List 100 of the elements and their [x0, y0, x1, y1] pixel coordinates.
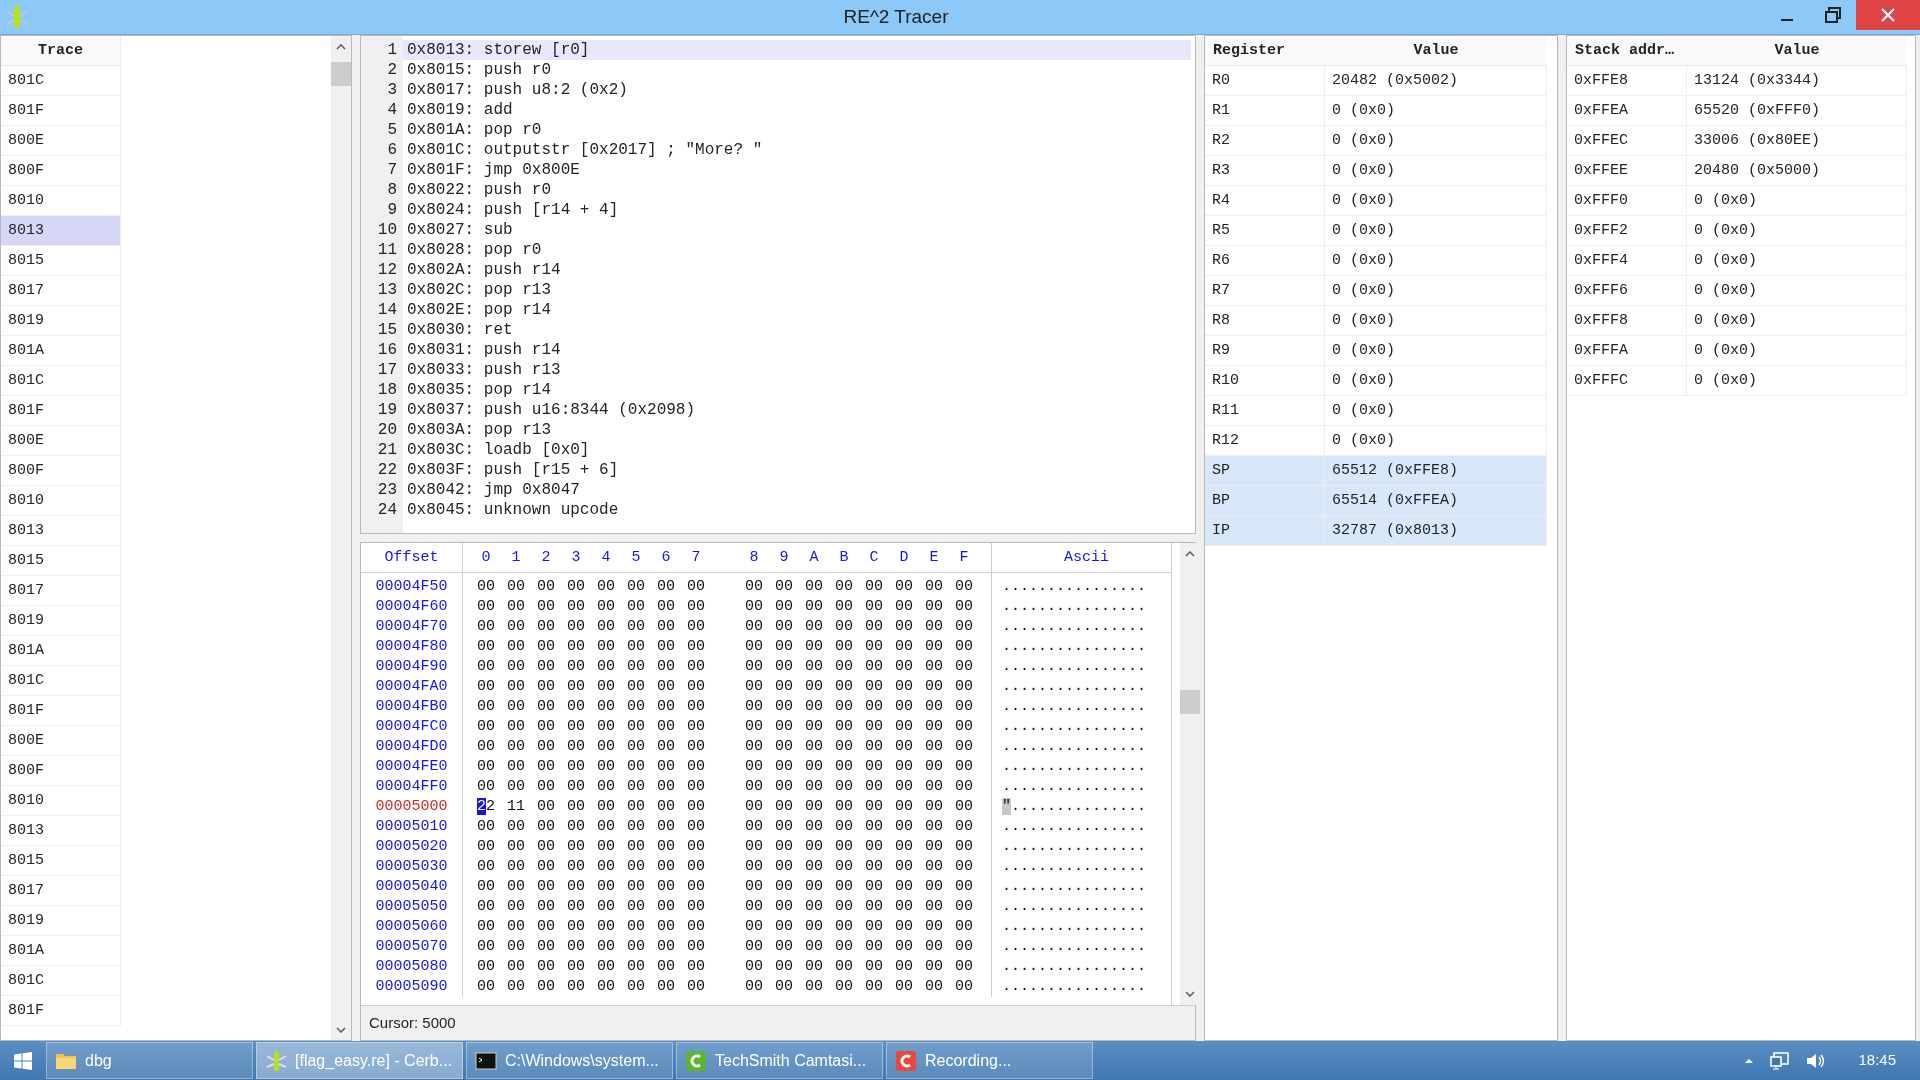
clock[interactable]: 18:45: [1858, 1049, 1896, 1072]
column-header[interactable]: Value: [1687, 36, 1907, 66]
trace-row[interactable]: 800F: [1, 156, 121, 186]
hex-byte: 00: [536, 817, 556, 837]
trace-row[interactable]: 8010: [1, 486, 121, 516]
hex-byte: 00: [954, 577, 974, 597]
table-cell: 65514 (0xFFEA): [1325, 486, 1547, 516]
hex-byte: 00: [924, 897, 944, 917]
hex-byte: 00: [626, 877, 646, 897]
code-line[interactable]: 0x8042: jmp 0x8047: [403, 480, 1191, 500]
table-cell: 0 (0x0): [1687, 276, 1907, 306]
trace-row[interactable]: 8017: [1, 576, 121, 606]
code-line[interactable]: 0x8028: pop r0: [403, 240, 1191, 260]
trace-row[interactable]: 8019: [1, 906, 121, 936]
column-header[interactable]: Stack addr…: [1567, 36, 1687, 66]
code-line[interactable]: 0x801F: jmp 0x800E: [403, 160, 1191, 180]
code-line[interactable]: 0x803C: loadb [0x0]: [403, 440, 1191, 460]
hex-byte: 00: [774, 917, 794, 937]
trace-row[interactable]: 8013: [1, 816, 121, 846]
scrollbar[interactable]: [1180, 543, 1200, 1005]
trace-row[interactable]: 8019: [1, 306, 121, 336]
code-line[interactable]: 0x803A: pop r13: [403, 420, 1191, 440]
hex-byte: 00: [476, 757, 496, 777]
code-line[interactable]: 0x8015: push r0: [403, 60, 1191, 80]
line-number: 11: [376, 240, 398, 260]
hex-byte: 00: [476, 957, 496, 977]
trace-row[interactable]: 801C: [1, 66, 121, 96]
code-line[interactable]: 0x802A: push r14: [403, 260, 1191, 280]
hex-byte: 00: [536, 977, 556, 997]
scrollbar-thumb[interactable]: [1180, 690, 1200, 714]
trace-row[interactable]: 801C: [1, 666, 121, 696]
trace-row[interactable]: 8015: [1, 846, 121, 876]
trace-row[interactable]: 8017: [1, 876, 121, 906]
hex-byte: 00: [834, 597, 854, 617]
code-line[interactable]: 0x8035: pop r14: [403, 380, 1191, 400]
network-icon[interactable]: [1770, 1051, 1791, 1070]
trace-row[interactable]: 8013: [1, 516, 121, 546]
hex-byte: 00: [774, 697, 794, 717]
hex-byte: 00: [864, 877, 884, 897]
trace-row[interactable]: 8013: [1, 216, 121, 246]
hex-byte: 00: [804, 677, 824, 697]
column-header: 2: [540, 548, 552, 568]
column-header[interactable]: Value: [1325, 36, 1547, 66]
column-header[interactable]: Register: [1205, 36, 1325, 66]
hex-byte: 00: [536, 577, 556, 597]
trace-row[interactable]: 8015: [1, 246, 121, 276]
table-cell: 0 (0x0): [1687, 246, 1907, 276]
hex-byte: 00: [626, 897, 646, 917]
ascii-text: ................: [1002, 577, 1148, 597]
table-cell: 0xFFF8: [1567, 306, 1687, 336]
scrollbar[interactable]: [331, 36, 351, 1040]
trace-row[interactable]: 801A: [1, 636, 121, 666]
code-line[interactable]: 0x8027: sub: [403, 220, 1191, 240]
line-number: 2: [386, 60, 398, 80]
trace-row[interactable]: 801A: [1, 336, 121, 366]
up-chevron-icon[interactable]: [1744, 1057, 1755, 1064]
scrollbar-thumb[interactable]: [331, 62, 351, 86]
trace-row[interactable]: 800E: [1, 726, 121, 756]
trace-row[interactable]: 801C: [1, 966, 121, 996]
hex-byte: 00: [656, 637, 676, 657]
hex-byte: 00: [924, 877, 944, 897]
close-button[interactable]: [1856, 0, 1920, 30]
code-line[interactable]: 0x801C: outputstr [0x2017] ; "More? ": [403, 140, 1191, 160]
trace-row[interactable]: 8019: [1, 606, 121, 636]
trace-row[interactable]: 801C: [1, 366, 121, 396]
code-line[interactable]: 0x8030: ret: [403, 320, 1191, 340]
offset-label: 00004F70: [374, 617, 449, 637]
code-line[interactable]: 0x8019: add: [403, 100, 1191, 120]
trace-row[interactable]: 801F: [1, 96, 121, 126]
volume-icon[interactable]: [1806, 1051, 1827, 1070]
trace-row[interactable]: 800F: [1, 456, 121, 486]
trace-row[interactable]: 8010: [1, 786, 121, 816]
column-header[interactable]: Trace: [1, 36, 121, 66]
trace-row[interactable]: 8015: [1, 546, 121, 576]
code-line[interactable]: 0x8033: push r13: [403, 360, 1191, 380]
hex-byte: 00: [566, 777, 586, 797]
code-line[interactable]: 0x803F: push [r15 + 6]: [403, 460, 1191, 480]
trace-row[interactable]: 800E: [1, 426, 121, 456]
trace-row[interactable]: 800F: [1, 756, 121, 786]
code-line[interactable]: 0x8045: unknown upcode: [403, 500, 1191, 520]
trace-row[interactable]: 801F: [1, 696, 121, 726]
trace-row[interactable]: 801F: [1, 996, 121, 1026]
hex-byte: 00: [894, 657, 914, 677]
trace-row[interactable]: 800E: [1, 126, 121, 156]
trace-row[interactable]: 801F: [1, 396, 121, 426]
code-line[interactable]: 0x802E: pop r14: [403, 300, 1191, 320]
code-line[interactable]: 0x8017: push u8:2 (0x2): [403, 80, 1191, 100]
hex-byte: 00: [954, 977, 974, 997]
trace-row[interactable]: 8017: [1, 276, 121, 306]
code-line[interactable]: 0x801A: pop r0: [403, 120, 1191, 140]
code-line[interactable]: 0x8037: push u16:8344 (0x2098): [403, 400, 1191, 420]
trace-row[interactable]: 801A: [1, 936, 121, 966]
hex-byte: 00: [596, 737, 616, 757]
code-line[interactable]: 0x8024: push [r14 + 4]: [403, 200, 1191, 220]
hex-byte: 00: [656, 817, 676, 837]
code-line[interactable]: 0x8022: push r0: [403, 180, 1191, 200]
hex-byte: 00: [656, 597, 676, 617]
code-line[interactable]: 0x8031: push r14: [403, 340, 1191, 360]
code-line[interactable]: 0x802C: pop r13: [403, 280, 1191, 300]
hex-byte: 00: [774, 597, 794, 617]
